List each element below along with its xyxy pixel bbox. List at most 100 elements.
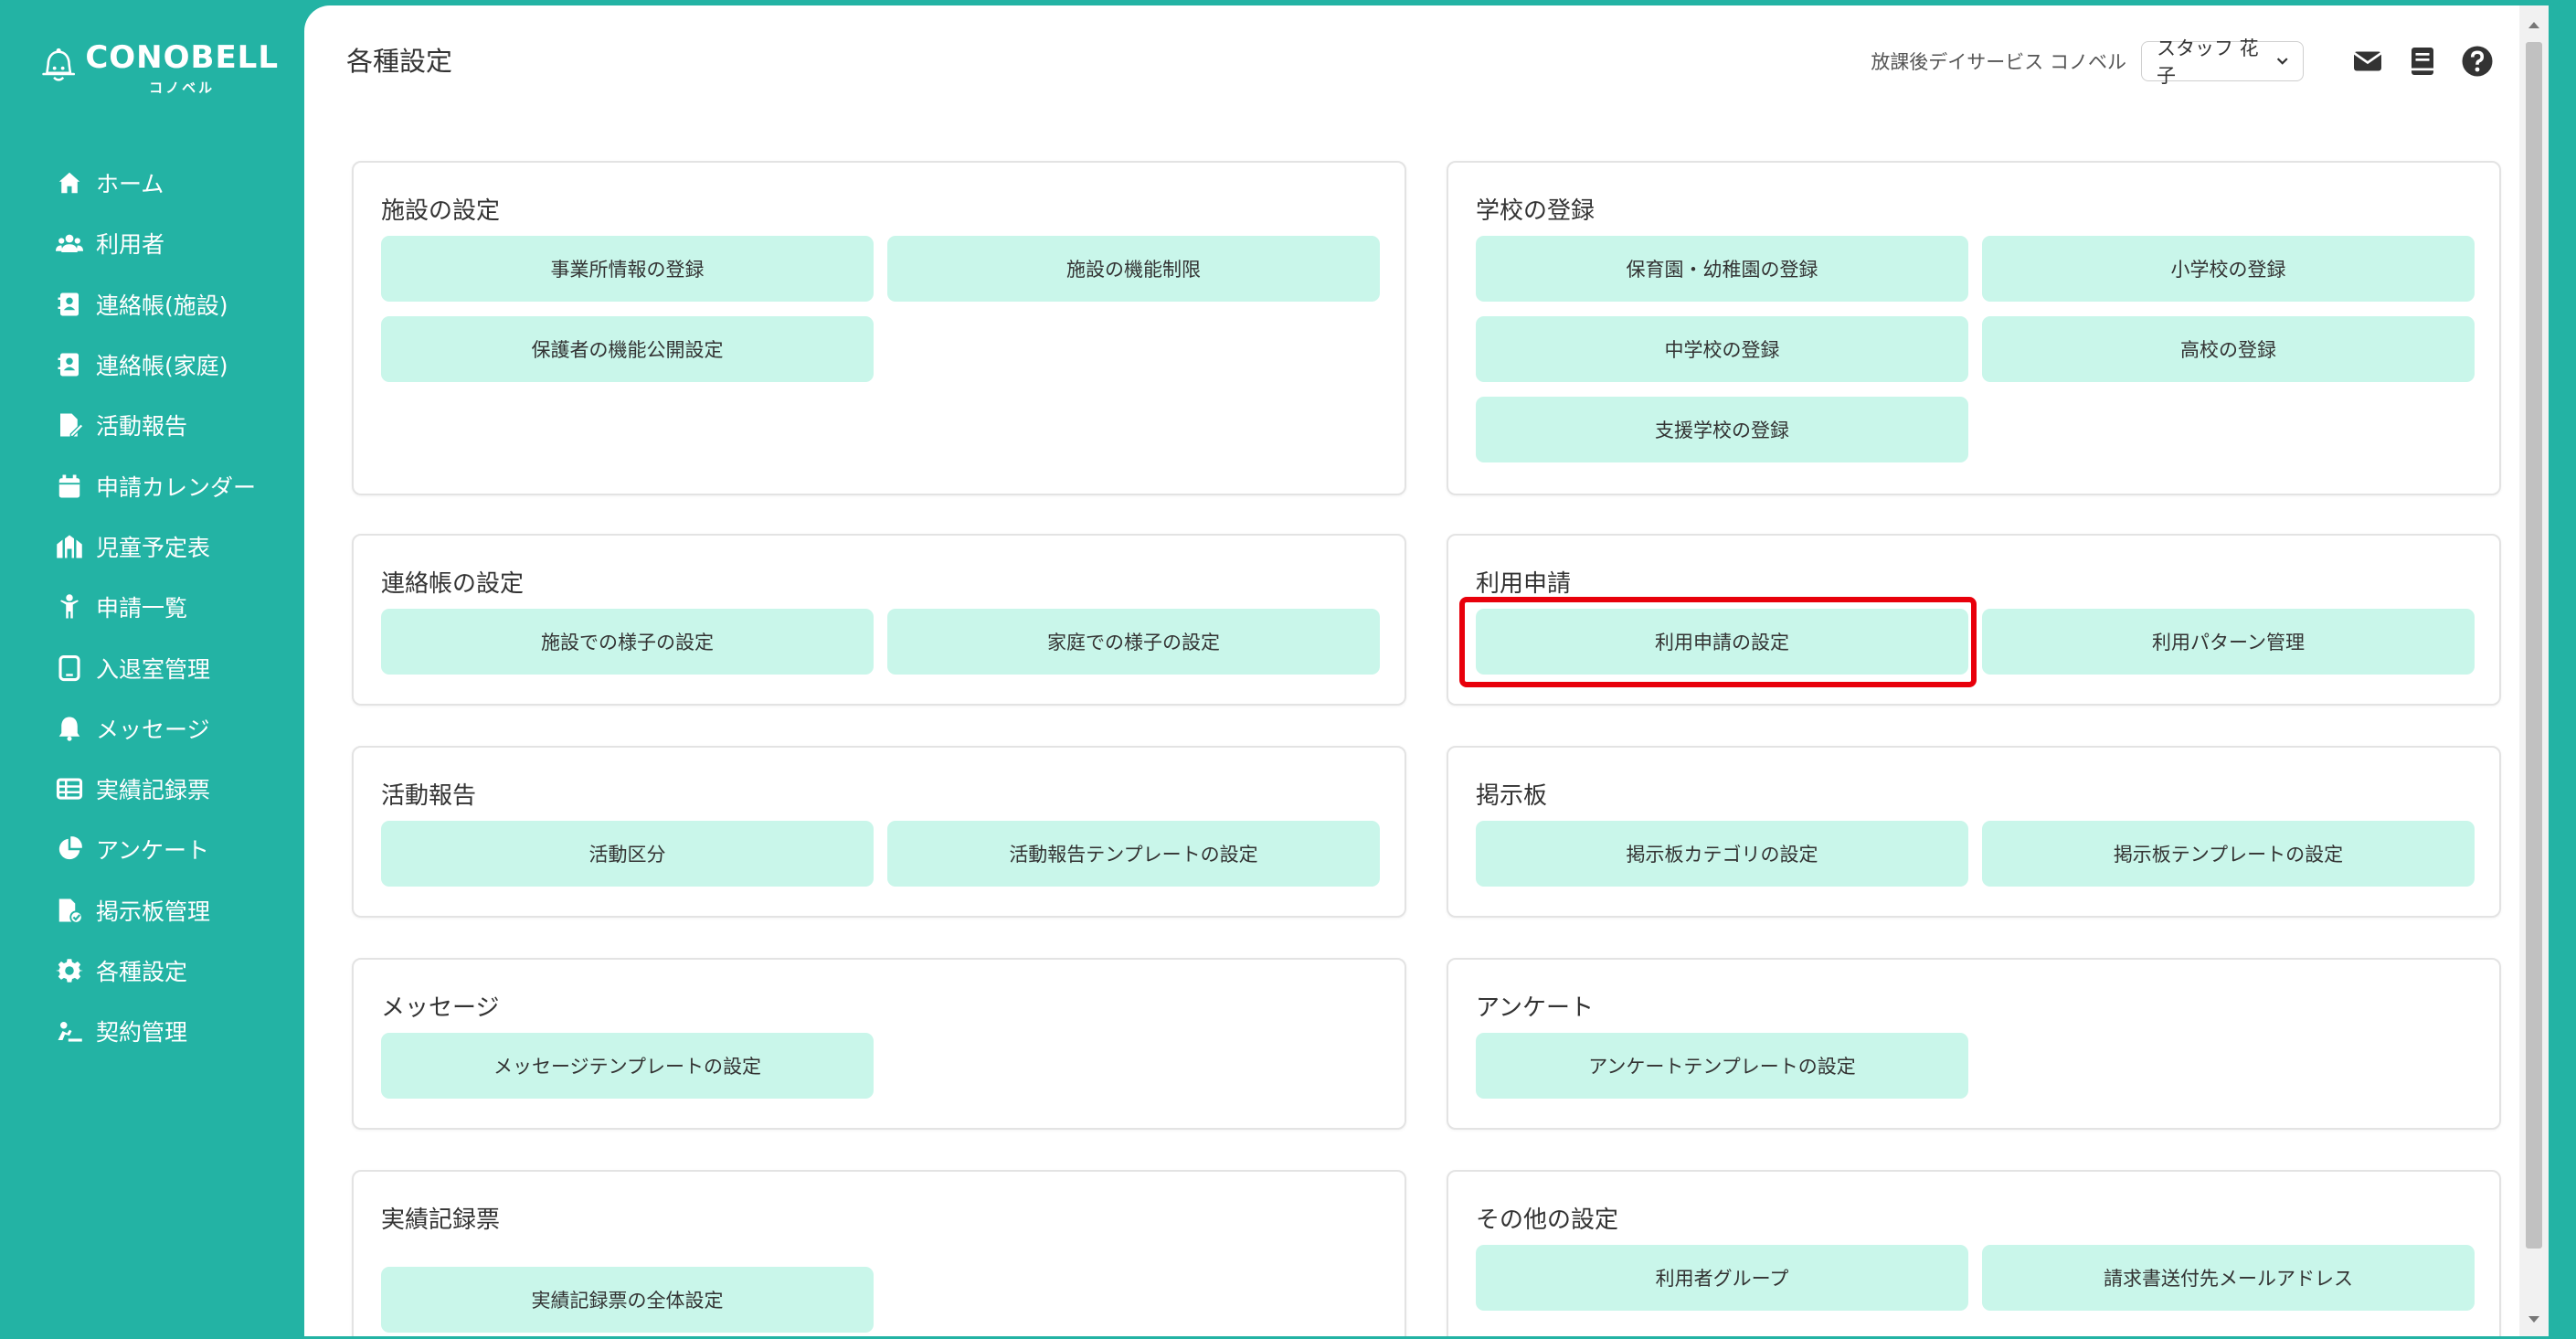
sidebar-item-label: 連絡帳(施設) [96,292,228,319]
card-title: 掲示板 [1476,782,1548,810]
survey-template-button[interactable]: アンケートテンプレートの設定 [1476,1033,1968,1099]
card-title: 連絡帳の設定 [381,570,525,598]
sidebar-item-board[interactable]: 掲示板管理 [3,880,304,940]
message-template-button[interactable]: メッセージテンプレートの設定 [381,1033,874,1099]
sidebar-item-users[interactable]: 利用者 [3,213,304,273]
sidebar-item-calendar[interactable]: 申請カレンダー [3,455,304,515]
card-bulletin-board: 掲示板 掲示板カテゴリの設定 掲示板テンプレートの設定 [1447,746,2501,918]
logo[interactable]: CONOBELL コノベル [41,36,279,100]
card-title: その他の設定 [1476,1206,1619,1234]
sidebar-item-label: 申請一覧 [96,595,188,622]
contact-book-icon [58,353,79,377]
card-other-settings: その他の設定 利用者グループ 請求書送付先メールアドレス [1447,1170,2501,1336]
page-title: 各種設定 [346,46,453,77]
help-icon[interactable] [2461,45,2494,78]
facility-name: 放課後デイサービス コノベル [1871,51,2126,73]
child-icon [60,594,79,619]
usage-pattern-button[interactable]: 利用パターン管理 [1982,609,2475,675]
tablet-icon [58,654,80,681]
scroll-up-arrow-icon[interactable] [2519,11,2549,38]
schedule-icon [57,535,82,558]
sidebar-item-contract[interactable]: 契約管理 [3,1001,304,1061]
users-icon [56,235,83,253]
home-condition-button[interactable]: 家庭での様子の設定 [887,609,1380,675]
sidebar-item-label: 入退室管理 [96,655,211,683]
contract-icon [58,1022,82,1042]
sidebar-item-label: 活動報告 [96,413,188,441]
support-school-register-button[interactable]: 支援学校の登録 [1476,397,1968,462]
card-activity-report: 活動報告 活動区分 活動報告テンプレートの設定 [352,746,1406,918]
scroll-down-arrow-icon[interactable] [2519,1306,2549,1334]
nursery-register-button[interactable]: 保育園・幼稚園の登録 [1476,236,1968,302]
sidebar-item-label: 各種設定 [96,959,188,985]
sidebar-item-label: 掲示板管理 [96,898,211,925]
sidebar-item-activity-report[interactable]: 活動報告 [3,395,304,455]
sidebar-item-label: 実績記録票 [96,777,211,804]
app-window: CONOBELL コノベル ホーム 利用者 連絡帳(施設) 連絡帳(家庭) 活動… [0,0,2576,1339]
sidebar-item-label: アンケート [96,837,210,865]
logo-main-text: CONOBELL [85,38,279,76]
vertical-scrollbar[interactable] [2519,5,2549,1336]
report-edit-icon [60,413,83,438]
card-title: メッセージ [381,994,500,1022]
header-toolbar: 放課後デイサービス コノベル スタッフ 花子 [1871,37,2494,87]
sidebar-item-entry-exit[interactable]: 入退室管理 [3,637,304,697]
card-school-registration: 学校の登録 保育園・幼稚園の登録 小学校の登録 中学校の登録 高校の登録 支援学… [1447,161,2501,495]
card-title: 学校の登録 [1476,197,1595,225]
elementary-register-button[interactable]: 小学校の登録 [1982,236,2475,302]
manual-book-icon[interactable] [2406,45,2439,78]
staff-select[interactable]: スタッフ 花子 [2141,37,2304,87]
board-icon [58,898,83,924]
records-global-settings-button[interactable]: 実績記録票の全体設定 [381,1267,874,1333]
guardian-publish-button[interactable]: 保護者の機能公開設定 [381,316,874,382]
sidebar-item-label: メッセージ [96,716,210,743]
activity-category-button[interactable]: 活動区分 [381,821,874,887]
sidebar-item-records[interactable]: 実績記録票 [3,759,304,819]
card-survey: アンケート アンケートテンプレートの設定 [1447,958,2501,1130]
activity-template-button[interactable]: 活動報告テンプレートの設定 [887,821,1380,887]
sidebar-item-home[interactable]: ホーム [3,153,304,213]
billing-email-button[interactable]: 請求書送付先メールアドレス [1982,1245,2475,1311]
office-info-button[interactable]: 事業所情報の登録 [381,236,874,302]
sidebar-item-label: ホーム [96,171,164,198]
table-icon [56,778,83,800]
sidebar-item-label: 児童予定表 [96,534,211,561]
sidebar-item-label: 申請カレンダー [96,473,257,501]
usage-application-settings-button[interactable]: 利用申請の設定 [1476,609,1968,675]
logo-text: CONOBELL コノベル [85,39,279,97]
card-title: 実績記録票 [381,1206,501,1234]
sidebar-item-child-schedule[interactable]: 児童予定表 [3,516,304,577]
bell-icon [58,717,80,741]
facility-condition-button[interactable]: 施設での様子の設定 [381,609,874,675]
sidebar-item-settings[interactable]: 各種設定 [3,940,304,1001]
mail-icon[interactable] [2351,45,2384,78]
sidebar-item-message[interactable]: メッセージ [3,698,304,759]
logo-sub-text: コノベル [149,79,216,96]
sidebar-item-application-list[interactable]: 申請一覧 [3,577,304,637]
sidebar-item-contact-facility[interactable]: 連絡帳(施設) [3,274,304,335]
card-title: 活動報告 [381,782,477,810]
sidebar-item-survey[interactable]: アンケート [3,819,304,879]
scrollbar-thumb[interactable] [2526,42,2542,1249]
main-panel: 各種設定 放課後デイサービス コノベル スタッフ 花子 施設の設定 事業所情報の… [304,5,2549,1336]
junior-high-register-button[interactable]: 中学校の登録 [1476,316,1968,382]
sidebar-nav: ホーム 利用者 連絡帳(施設) 連絡帳(家庭) 活動報告 申請カレンダー 児童予… [3,153,304,1061]
card-contact-book-settings: 連絡帳の設定 施設での様子の設定 家庭での様子の設定 [352,534,1406,706]
chevron-down-icon [2276,58,2288,65]
card-title: 利用申請 [1476,570,1572,598]
board-template-button[interactable]: 掲示板テンプレートの設定 [1982,821,2475,887]
card-usage-application: 利用申請 利用申請の設定 利用パターン管理 [1447,534,2501,706]
card-title: アンケート [1476,994,1594,1022]
card-title: 施設の設定 [381,197,501,225]
user-group-button[interactable]: 利用者グループ [1476,1245,1968,1311]
card-performance-records: 実績記録票 実績記録票の全体設定 [352,1170,1406,1336]
gear-icon [56,959,83,983]
card-message: メッセージ メッセージテンプレートの設定 [352,958,1406,1130]
facility-restrictions-button[interactable]: 施設の機能制限 [887,236,1380,302]
pie-chart-icon [58,836,82,860]
board-category-button[interactable]: 掲示板カテゴリの設定 [1476,821,1968,887]
sidebar: CONOBELL コノベル ホーム 利用者 連絡帳(施設) 連絡帳(家庭) 活動… [3,3,304,1336]
high-school-register-button[interactable]: 高校の登録 [1982,316,2475,382]
calendar-icon [58,474,80,498]
sidebar-item-contact-home[interactable]: 連絡帳(家庭) [3,335,304,395]
